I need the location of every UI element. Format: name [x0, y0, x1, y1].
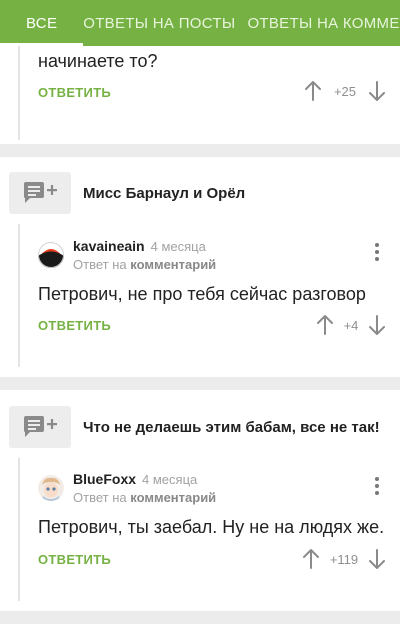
comment-author: kavaineain 4 месяца Ответ на комментарий: [38, 238, 216, 272]
comment-text: Петрович, не про тебя сейчас разговор: [38, 284, 366, 304]
tab-comment-replies[interactable]: ОТВЕТЫ НА КОММЕНТАРИИ: [247, 0, 400, 46]
vote-controls: +119: [302, 548, 386, 570]
avatar[interactable]: [38, 475, 64, 501]
tab-post-replies[interactable]: ОТВЕТЫ НА ПОСТЫ: [83, 0, 247, 46]
post-title[interactable]: Мисс Барнаул и Орёл: [83, 185, 245, 202]
reply-button[interactable]: ОТВЕТИТЬ: [38, 552, 111, 567]
tab-all[interactable]: ВСЕ: [0, 0, 84, 46]
arrow-up-icon[interactable]: [316, 314, 334, 336]
vote-controls: +25: [304, 80, 386, 102]
comment-time: 4 месяца: [150, 239, 206, 254]
thread-line: [18, 224, 20, 367]
comment-add-icon[interactable]: [9, 172, 71, 214]
arrow-down-icon[interactable]: [368, 314, 386, 336]
post-header[interactable]: Мисс Барнаул и Орёл: [9, 172, 245, 214]
comment-author: BlueFoxx 4 месяца Ответ на комментарий: [38, 471, 216, 505]
arrow-up-icon[interactable]: [302, 548, 320, 570]
thread-line: [18, 46, 20, 140]
avatar[interactable]: [38, 242, 64, 268]
reply-target-link[interactable]: комментарий: [130, 490, 216, 505]
comment-text: Петрович, ты заебал. Ну не на людях же.: [38, 517, 385, 537]
reply-prefix: Ответ на: [73, 257, 127, 272]
vote-score: +25: [333, 83, 357, 99]
comment-time: 4 месяца: [142, 472, 198, 487]
author-name[interactable]: kavaineain: [73, 238, 145, 254]
author-name[interactable]: BlueFoxx: [73, 471, 136, 487]
vote-score: +4: [343, 317, 359, 333]
more-vertical-icon[interactable]: [374, 475, 380, 496]
post-title[interactable]: Что не делаешь этим бабам, все не так!: [83, 419, 380, 436]
reply-prefix: Ответ на: [73, 490, 127, 505]
comment-card: начинаете то? ОТВЕТИТЬ +25: [0, 46, 400, 144]
reply-button[interactable]: ОТВЕТИТЬ: [38, 318, 111, 333]
reply-button[interactable]: ОТВЕТИТЬ: [38, 85, 111, 100]
arrow-down-icon[interactable]: [368, 548, 386, 570]
arrow-down-icon[interactable]: [368, 80, 386, 102]
post-header[interactable]: Что не делаешь этим бабам, все не так!: [9, 406, 380, 448]
arrow-up-icon[interactable]: [304, 80, 322, 102]
reply-target-link[interactable]: комментарий: [130, 257, 216, 272]
thread-line: [18, 458, 20, 601]
comment-card: Мисс Барнаул и Орёл kavaineain 4 месяца …: [0, 157, 400, 377]
vote-score: +119: [329, 551, 359, 567]
comment-text: начинаете то?: [38, 51, 158, 71]
tab-bar: ВСЕ ОТВЕТЫ НА ПОСТЫ ОТВЕТЫ НА КОММЕНТАРИ…: [0, 0, 400, 46]
comment-card: Что не делаешь этим бабам, все не так! B…: [0, 390, 400, 611]
comment-add-icon[interactable]: [9, 406, 71, 448]
vote-controls: +4: [316, 314, 386, 336]
more-vertical-icon[interactable]: [374, 241, 380, 262]
